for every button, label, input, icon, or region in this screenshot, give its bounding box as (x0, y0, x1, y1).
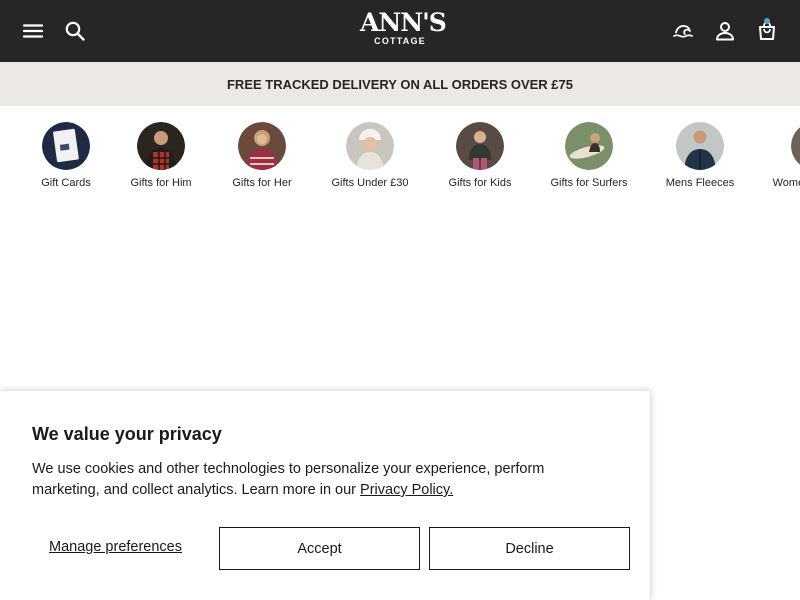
surf-wave-icon[interactable] (671, 19, 695, 43)
category-thumbnail (137, 122, 185, 170)
promo-text: FREE TRACKED DELIVERY ON ALL ORDERS OVER… (226, 76, 573, 92)
manage-preferences-link[interactable]: Manage preferences (32, 527, 199, 567)
cart-badge-dot (764, 18, 770, 24)
category-mens-fleeces[interactable]: Mens Fleeces (645, 122, 755, 198)
category-thumbnail (791, 122, 800, 170)
cart-icon[interactable] (755, 18, 779, 43)
logo-wordmark: ANN'S (360, 8, 447, 37)
privacy-policy-link[interactable]: Privacy Policy. (360, 482, 453, 498)
category-label: Womens Fleeces (772, 177, 800, 189)
search-icon[interactable] (63, 19, 87, 43)
logo-subtitle: COTTAGE (374, 36, 426, 46)
cookie-consent-banner: We value your privacy We use cookies and… (0, 391, 651, 600)
consent-body-text: We use cookies and other technologies to… (32, 461, 545, 498)
category-thumbnail (42, 122, 90, 170)
category-womens-fleeces[interactable]: Womens Fleeces (760, 122, 800, 198)
menu-icon[interactable] (21, 19, 45, 43)
site-header: ANN'S COTTAGE (0, 0, 800, 62)
category-thumbnail (676, 122, 724, 170)
category-thumbnail (346, 122, 394, 170)
consent-body: We use cookies and other technologies to… (32, 459, 592, 501)
category-carousel: Gift Cards Gifts for Him Gifts for Her G… (0, 106, 800, 202)
promo-banner: FREE TRACKED DELIVERY ON ALL ORDERS OVER… (0, 62, 800, 106)
category-thumbnail (456, 122, 504, 170)
category-thumbnail (565, 122, 613, 170)
accept-button[interactable]: Accept (219, 527, 420, 570)
consent-title: We value your privacy (32, 424, 222, 444)
decline-button[interactable]: Decline (429, 527, 630, 570)
category-thumbnail (238, 122, 286, 170)
brand-logo[interactable]: ANN'S COTTAGE (360, 8, 447, 52)
account-icon[interactable] (713, 19, 737, 43)
